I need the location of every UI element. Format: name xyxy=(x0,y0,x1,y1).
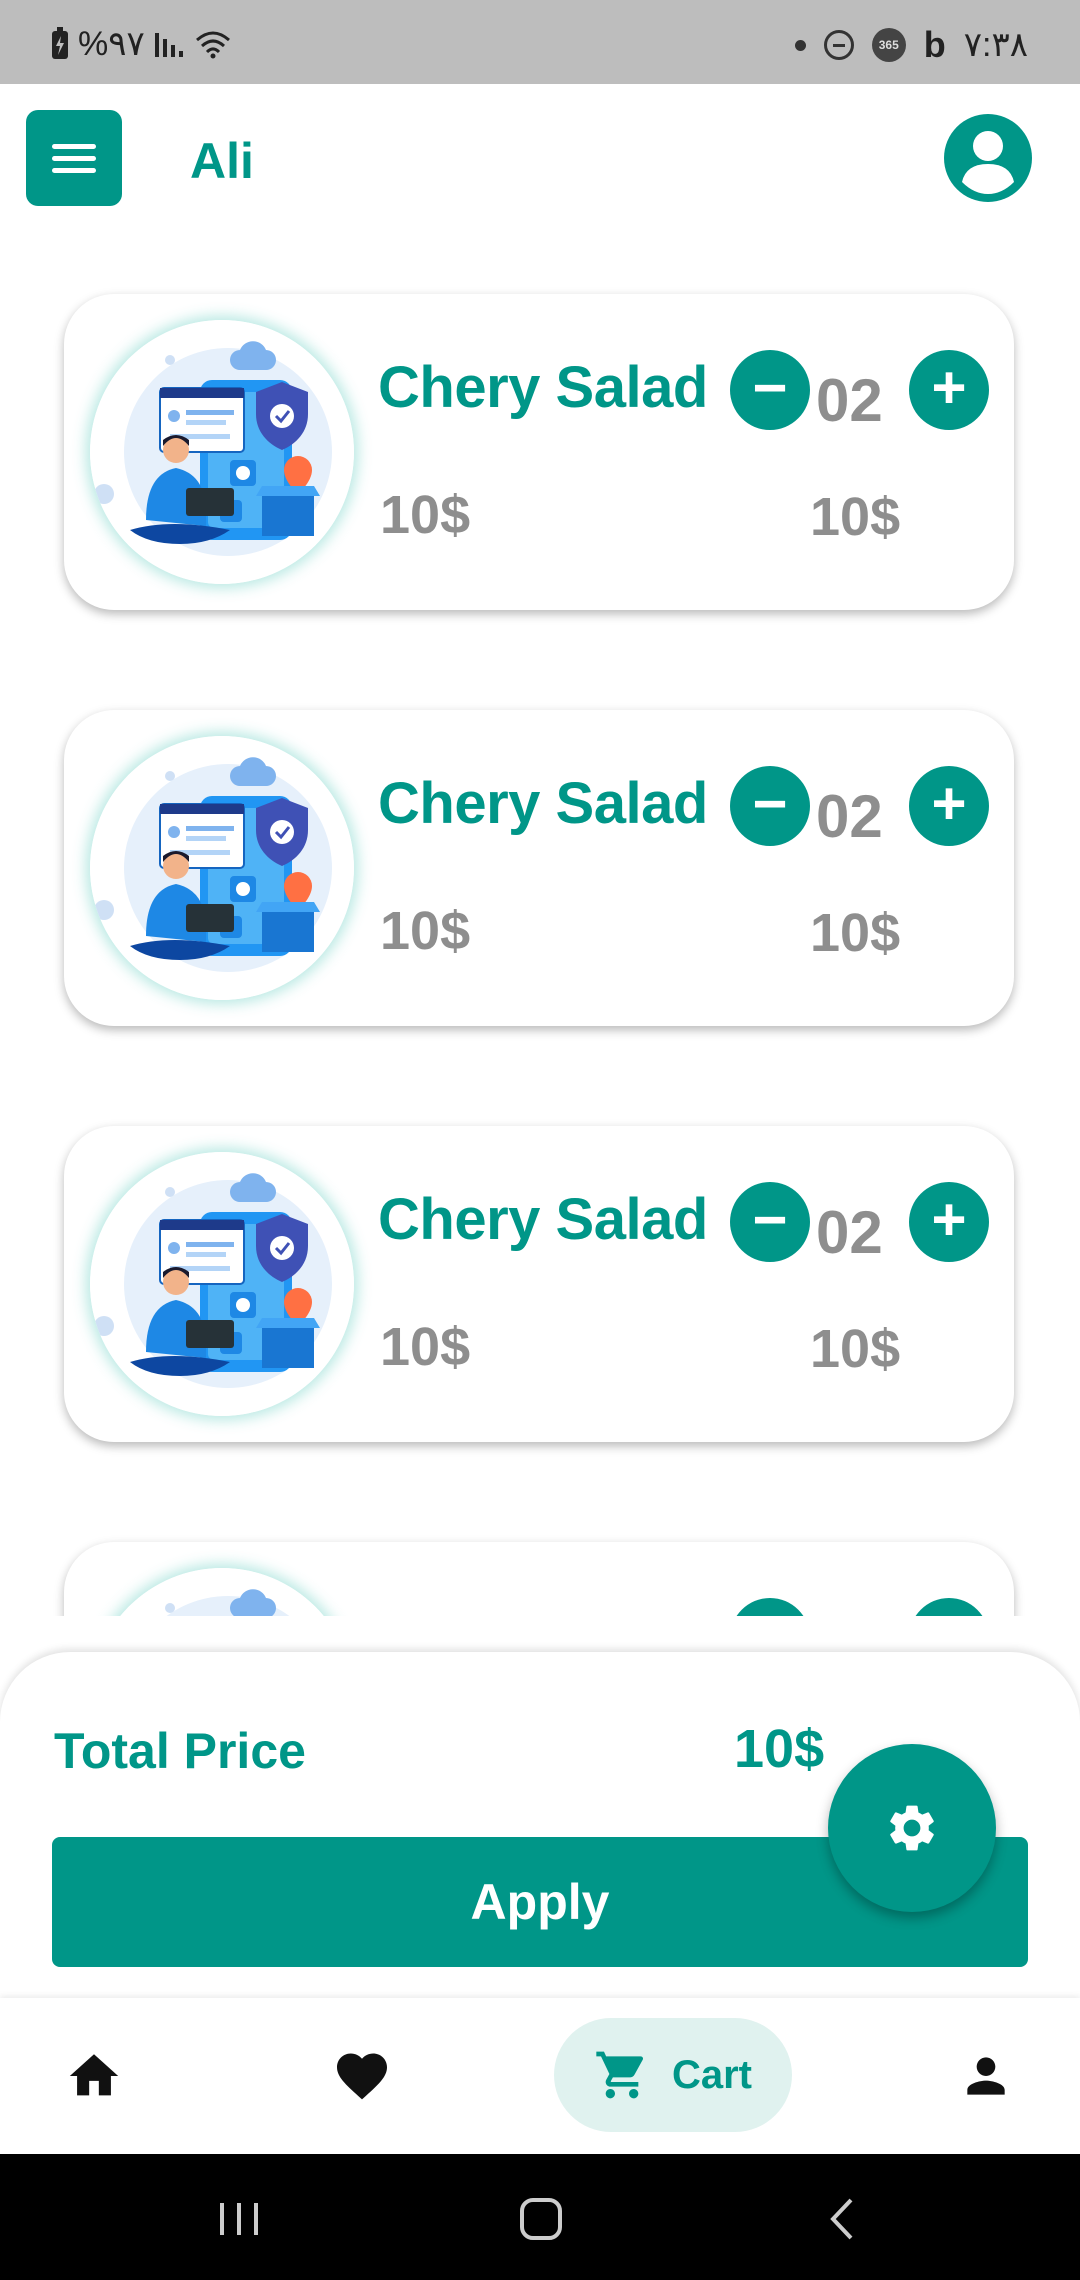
recent-apps-icon[interactable] xyxy=(204,2184,274,2254)
cart-icon xyxy=(596,2051,643,2099)
total-price-label: Total Price xyxy=(54,1723,306,1779)
product-total: 10$ xyxy=(810,903,901,963)
home-icon xyxy=(69,2054,119,2096)
decrease-quantity-button[interactable]: − xyxy=(730,766,810,846)
nav-cart-label: Cart xyxy=(671,2052,753,2097)
office-365-icon: 365 xyxy=(871,28,906,62)
product-total: 10$ xyxy=(810,487,901,547)
nav-profile[interactable] xyxy=(948,2038,1024,2114)
increase-quantity-button[interactable]: + xyxy=(909,1182,989,1262)
person-icon xyxy=(967,2057,1005,2095)
back-icon[interactable] xyxy=(808,2184,878,2254)
quantity-value: 02 xyxy=(816,783,883,850)
decrease-quantity-button[interactable]: − xyxy=(730,1182,810,1262)
quantity-value: 02 xyxy=(816,1199,883,1266)
product-image xyxy=(90,1568,354,1616)
nav-favorites[interactable] xyxy=(324,2038,400,2114)
cart-item-card[interactable]: Chery Salad 10$ 10$ 02 − + xyxy=(64,710,1014,1026)
cart-item-card[interactable]: Chery Salad 10$ 10$ 02 − + xyxy=(64,294,1014,610)
status-left: %۹۷ xyxy=(50,24,233,64)
hamburger-line xyxy=(52,168,96,173)
total-price-value: 10$ xyxy=(734,1719,825,1779)
increase-quantity-button[interactable]: + xyxy=(909,766,989,846)
status-bar: %۹۷ 365 b ۷:۳۸ xyxy=(0,0,1080,84)
hamburger-line xyxy=(52,156,96,161)
settings-fab[interactable] xyxy=(828,1744,996,1912)
menu-button[interactable] xyxy=(26,110,122,206)
product-price: 10$ xyxy=(380,901,471,961)
system-navigation-bar xyxy=(0,2154,1080,2280)
product-image xyxy=(90,1152,354,1416)
cart-list[interactable]: Chery Salad 10$ 10$ 02 − + Chery Salad 1… xyxy=(0,250,1080,1616)
nav-home[interactable] xyxy=(56,2038,132,2114)
hamburger-icon xyxy=(52,144,96,149)
product-title: Chery Salad xyxy=(378,771,708,836)
status-right: 365 b ۷:۳۸ xyxy=(794,24,1028,66)
product-title: Chery Salad xyxy=(378,1187,708,1252)
decrease-quantity-button[interactable]: − xyxy=(730,350,810,430)
cart-item-card[interactable] xyxy=(64,1542,1014,1616)
product-image xyxy=(90,320,354,584)
product-image xyxy=(90,736,354,1000)
do-not-disturb-icon xyxy=(823,30,854,60)
home-button-icon[interactable] xyxy=(506,2184,576,2254)
account-circle-icon[interactable] xyxy=(944,114,1032,202)
app-screen: %۹۷ 365 b ۷:۳۸ Ali Chery Salad 10$ 10$ 0… xyxy=(0,0,1080,2280)
product-total: 10$ xyxy=(810,1319,901,1379)
decrease-quantity-button[interactable] xyxy=(730,1598,810,1616)
nav-cart[interactable]: Cart xyxy=(554,2018,792,2132)
battery-percent: %۹۷ xyxy=(78,25,145,63)
username: Ali xyxy=(190,133,254,189)
gear-icon xyxy=(890,1805,934,1851)
bottom-navigation: Cart xyxy=(0,1998,1080,2154)
product-title: Chery Salad xyxy=(378,355,708,420)
battery-charging-icon xyxy=(52,27,68,59)
product-price: 10$ xyxy=(380,1317,471,1377)
signal-icon xyxy=(154,33,183,57)
status-time: ۷:۳۸ xyxy=(963,26,1028,64)
increase-quantity-button[interactable] xyxy=(909,1598,989,1616)
product-price: 10$ xyxy=(380,485,471,545)
bing-icon: b xyxy=(923,24,946,65)
increase-quantity-button[interactable]: + xyxy=(909,350,989,430)
cart-item-card[interactable]: Chery Salad 10$ 10$ 02 − + xyxy=(64,1126,1014,1442)
heart-icon xyxy=(337,2053,387,2100)
notification-dot-icon xyxy=(794,39,806,51)
quantity-value: 02 xyxy=(816,367,883,434)
wifi-icon xyxy=(195,31,230,59)
